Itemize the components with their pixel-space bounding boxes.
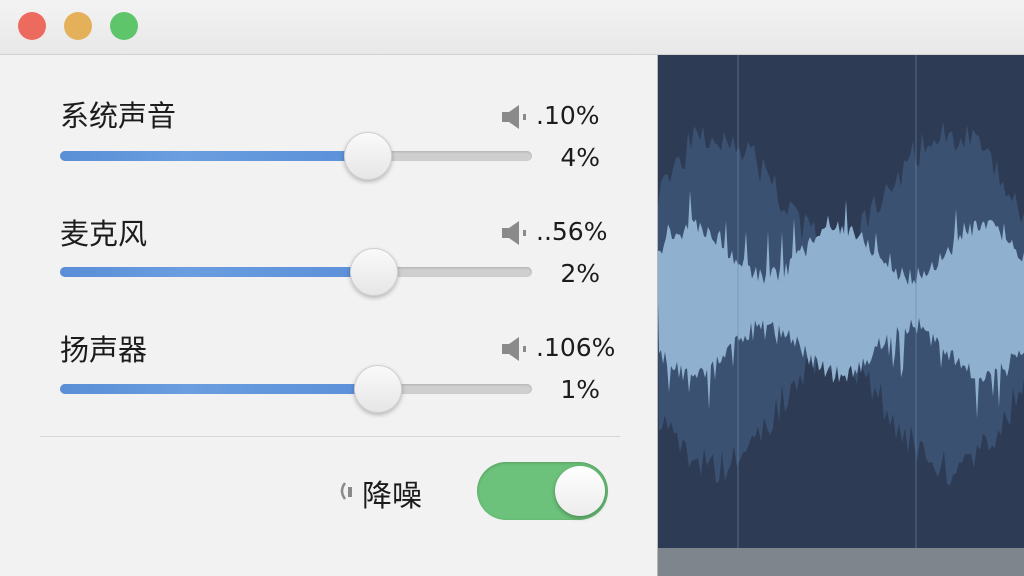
speaker-label: 扬声器 (60, 333, 148, 367)
speaker-slider[interactable] (60, 365, 532, 413)
waveform-scrollbar[interactable] (658, 548, 1024, 576)
noise-reduction-icon (340, 482, 352, 500)
speaker-icon (502, 337, 526, 361)
system-sound-label: 系统声音 (60, 99, 177, 133)
system-sound-slider[interactable] (60, 132, 532, 180)
noise-reduction-toggle-knob (555, 466, 605, 516)
waveform-panel (657, 55, 1024, 576)
noise-reduction-label: 降噪 (362, 479, 422, 514)
system-sound-slider-knob[interactable] (344, 132, 392, 180)
speaker-percent: 1% (560, 375, 600, 404)
maximize-button[interactable] (110, 12, 138, 40)
speaker-value: .106% (536, 333, 616, 362)
system-sound-value: .10% (536, 101, 600, 130)
speaker-slider-knob[interactable] (354, 365, 402, 413)
minimize-button[interactable] (64, 12, 92, 40)
close-button[interactable] (18, 12, 46, 40)
microphone-slider-knob[interactable] (350, 248, 398, 296)
speaker-icon (502, 221, 526, 245)
speaker-icon (502, 105, 526, 129)
microphone-slider-fill (60, 267, 372, 277)
speaker-slider-fill (60, 384, 377, 394)
divider (40, 436, 620, 437)
system-sound-slider-fill (60, 151, 367, 161)
system-sound-percent: 4% (560, 143, 600, 172)
title-bar (0, 0, 1024, 55)
noise-reduction-toggle[interactable] (477, 462, 608, 520)
microphone-percent: 2% (560, 259, 600, 288)
waveform-visualization (658, 55, 1024, 548)
audio-settings-window: 系统声音 .10% 4% 麦克风 ..56% 2% 扬声器 .106% 1% 降… (0, 0, 1024, 576)
microphone-value: ..56% (536, 217, 608, 246)
audio-controls-panel: 系统声音 .10% 4% 麦克风 ..56% 2% 扬声器 .106% 1% 降… (0, 55, 656, 576)
microphone-label: 麦克风 (60, 217, 148, 251)
microphone-slider[interactable] (60, 248, 532, 296)
